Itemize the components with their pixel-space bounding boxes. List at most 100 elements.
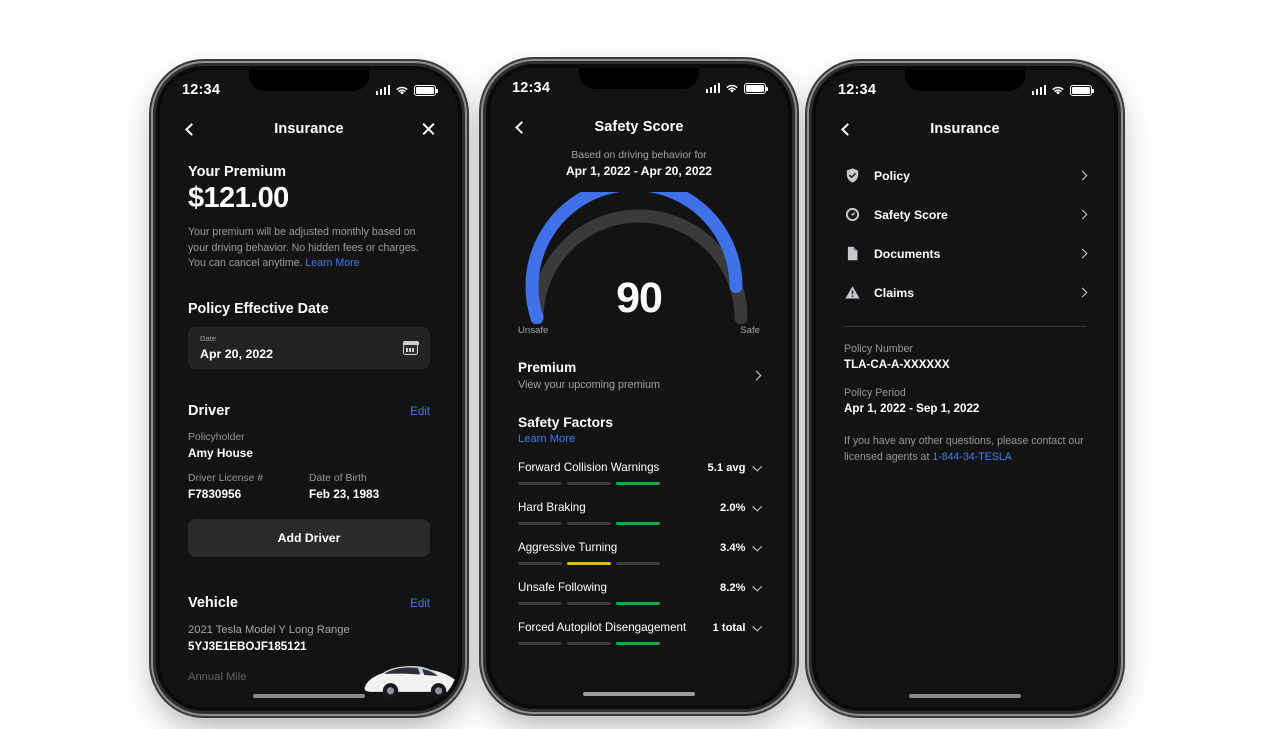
policyholder-label: Policyholder (188, 432, 245, 444)
chevron-down-icon[interactable] (752, 501, 762, 511)
vehicle-heading: Vehicle (188, 595, 238, 612)
back-button[interactable] (178, 122, 202, 136)
safety-factor-bar (518, 602, 660, 605)
date-field[interactable]: Date Apr 20, 2022 (188, 327, 430, 370)
calendar-icon[interactable] (402, 340, 419, 356)
date-field-value: Apr 20, 2022 (200, 346, 274, 361)
phone-3-content: Policy Safety Score Documents Claims Policy… (816, 156, 1114, 466)
section-divider (844, 326, 1086, 327)
screenshot-stage: 12:34 Insurance Your Premium $121.00 You… (0, 0, 1280, 729)
support-phone-link[interactable]: 1-844-34-TESLA (932, 451, 1012, 463)
safety-factor-value: 2.0% (720, 501, 746, 514)
driver-edit-link[interactable]: Edit (410, 406, 430, 418)
safety-factor-value: 8.2% (720, 581, 746, 594)
segment (567, 642, 611, 645)
segment (567, 562, 611, 565)
menu-item-claims[interactable]: Claims (844, 273, 1088, 312)
safety-factor-value: 5.1 avg (707, 461, 746, 474)
page-title: Insurance (930, 121, 1000, 137)
premium-row[interactable]: Premium View your upcoming premium (518, 360, 762, 391)
driver-details-row: Driver License # F7830956 Date of Birth … (188, 460, 430, 501)
driver-heading: Driver (188, 403, 230, 420)
safety-factor-row[interactable]: Unsafe Following 8.2% (518, 581, 762, 605)
back-chevron-icon (515, 120, 528, 134)
policy-period-label: Policy Period (844, 387, 906, 399)
safety-factor-row[interactable]: Aggressive Turning 3.4% (518, 541, 762, 565)
gauge-label-safe: Safe (740, 325, 760, 336)
battery-icon (744, 82, 769, 94)
safety-factors-list: Forward Collision Warnings 5.1 avg Hard Br… (518, 461, 762, 645)
safety-factor-name: Aggressive Turning (518, 541, 618, 554)
menu-item-documents[interactable]: Documents (844, 234, 1088, 273)
wifi-icon (1052, 86, 1064, 95)
safety-factor-bar (518, 562, 660, 565)
policyholder-value: Amy House (188, 446, 253, 461)
segment (567, 602, 611, 605)
phone-3-nav-bar: Insurance (816, 110, 1114, 148)
safety-factor-top: Forced Autopilot Disengagement 1 total (518, 621, 762, 634)
chevron-down-icon[interactable] (752, 581, 762, 591)
menu-item-label: Policy (874, 168, 910, 183)
chevron-down-icon[interactable] (752, 461, 762, 471)
dob-col: Date of Birth Feb 23, 1983 (309, 460, 430, 501)
phone-2-safety-score: 12:34 Safety Score Based on driving beha… (486, 64, 792, 709)
segment (616, 602, 660, 605)
chevron-down-icon[interactable] (752, 621, 762, 631)
chevron-right-icon (751, 370, 762, 381)
home-indicator[interactable] (253, 694, 365, 698)
phone-2-nav-bar: Safety Score (490, 108, 788, 146)
status-clock: 12:34 (182, 82, 221, 98)
premium-row-title: Premium (518, 360, 577, 375)
notch (249, 70, 369, 91)
learn-more-link[interactable]: Learn More (305, 257, 359, 269)
safety-factor-name: Forward Collision Warnings (518, 461, 660, 474)
home-indicator[interactable] (909, 694, 1021, 698)
segment (518, 522, 562, 525)
safety-factor-name: Forced Autopilot Disengagement (518, 621, 687, 634)
wifi-icon (726, 84, 738, 93)
status-icons (1031, 84, 1095, 96)
shield-check-icon (844, 167, 861, 184)
policy-effective-date-heading: Policy Effective Date (188, 301, 329, 318)
warning-triangle-icon (844, 284, 861, 301)
safety-factor-right: 5.1 avg (707, 461, 762, 474)
close-button[interactable] (416, 122, 440, 137)
menu-item-label: Safety Score (874, 207, 948, 222)
menu-item-policy[interactable]: Policy (844, 156, 1088, 195)
menu-item-label: Documents (874, 246, 941, 261)
add-driver-button[interactable]: Add Driver (188, 519, 430, 558)
page-title: Safety Score (594, 119, 684, 135)
cellular-bars-icon (375, 85, 390, 95)
phone-1-screen: 12:34 Insurance Your Premium $121.00 You… (160, 70, 458, 707)
contact-note: If you have any other questions, please … (844, 434, 1086, 466)
vehicle-edit-link[interactable]: Edit (410, 598, 430, 610)
safety-factors-learn-more-link[interactable]: Learn More (518, 433, 760, 445)
segment (518, 482, 562, 485)
premium-amount: $121.00 (188, 182, 289, 214)
back-button[interactable] (834, 122, 858, 136)
safety-factor-row[interactable]: Forward Collision Warnings 5.1 avg (518, 461, 762, 485)
close-icon (421, 122, 436, 137)
safety-factor-value: 3.4% (720, 541, 746, 554)
cellular-bars-icon (1031, 85, 1046, 95)
phone-2-screen: 12:34 Safety Score Based on driving beha… (490, 68, 788, 705)
safety-factor-row[interactable]: Forced Autopilot Disengagement 1 total (518, 621, 762, 645)
safety-factor-right: 2.0% (720, 501, 762, 514)
safety-factor-top: Hard Braking 2.0% (518, 501, 762, 514)
document-icon (844, 245, 861, 262)
premium-description-text: Your premium will be adjusted monthly ba… (188, 226, 419, 270)
safety-factor-row[interactable]: Hard Braking 2.0% (518, 501, 762, 525)
chevron-down-icon[interactable] (752, 541, 762, 551)
your-premium-heading: Your Premium (188, 164, 287, 180)
vehicle-vin: 5YJ3E1EBOJF185121 (188, 640, 307, 654)
phone-3-insurance-menu: 12:34 Insurance Policy Safety Score Docu… (812, 66, 1118, 711)
policy-number-label: Policy Number (844, 343, 913, 355)
back-button[interactable] (508, 120, 532, 134)
chevron-right-icon (1077, 209, 1088, 220)
home-indicator[interactable] (583, 692, 695, 696)
score-date-range: Apr 1, 2022 - Apr 20, 2022 (565, 164, 713, 178)
notch (905, 70, 1025, 91)
license-value: F7830956 (188, 487, 242, 502)
menu-item-safety-score[interactable]: Safety Score (844, 195, 1088, 234)
safety-score-gauge: 90 Unsafe Safe (518, 192, 760, 352)
